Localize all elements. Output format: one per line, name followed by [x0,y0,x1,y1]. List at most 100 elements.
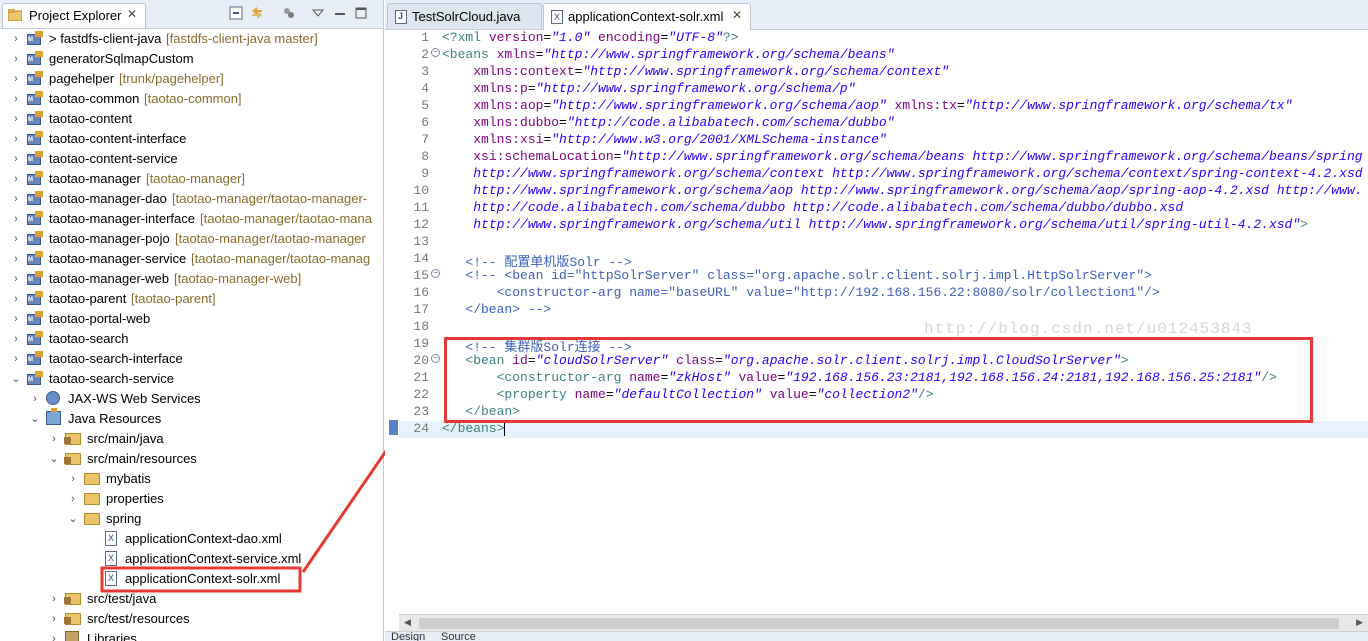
collapsed-arrow-icon[interactable]: › [11,349,21,369]
tree-item[interactable]: › mybatis [0,469,383,489]
maximize-icon[interactable] [354,6,368,20]
collapsed-arrow-icon[interactable]: › [11,269,21,289]
collapsed-arrow-icon[interactable]: › [11,309,21,329]
code-line[interactable]: 1 <?xml version="1.0" encoding="UTF-8"?> [399,30,1368,47]
code-line[interactable]: 17 </bean> --> [399,302,1368,319]
tree-item[interactable]: XapplicationContext-dao.xml [0,529,383,549]
tree-item[interactable]: › M > fastdfs-client-java [fastdfs-client-j… [0,29,383,49]
tree-item[interactable]: XapplicationContext-service.xml [0,549,383,569]
tree-item[interactable]: ⌄ src/main/resources [0,449,383,469]
code-line[interactable]: 14 <!-- 配置单机版Solr --> [399,251,1368,270]
collapsed-arrow-icon[interactable]: › [11,69,21,89]
tree-item[interactable]: › properties [0,489,383,509]
link-with-editor-icon[interactable] [250,6,264,20]
collapsed-arrow-icon[interactable]: › [11,129,21,149]
collapsed-arrow-icon[interactable]: › [11,29,21,49]
collapsed-arrow-icon[interactable]: › [11,209,21,229]
collapsed-arrow-icon[interactable]: › [11,249,21,269]
code-line[interactable]: 4 xmlns:p="http://www.springframework.or… [399,81,1368,98]
tab-testsolrcloud-java[interactable]: TestSolrCloud.java [387,3,542,29]
tree-item[interactable]: › Mtaotao-parent [taotao-parent] [0,289,383,309]
tree-item[interactable]: › Libraries [0,629,383,641]
tree-item[interactable]: › Mtaotao-content-service [0,149,383,169]
code-line[interactable]: 10 http://www.springframework.org/schema… [399,183,1368,200]
tree-item[interactable]: › Mtaotao-search-interface [0,349,383,369]
tree-item[interactable]: › Mtaotao-content [0,109,383,129]
tree-item[interactable]: › Mpagehelper [trunk/pagehelper] [0,69,383,89]
fold-toggle-icon[interactable]: − [431,48,440,57]
code-line[interactable]: 13 [399,234,1368,251]
tree-item[interactable]: › src/test/resources [0,609,383,629]
tree-item[interactable]: › Mtaotao-portal-web [0,309,383,329]
scroll-right-icon[interactable]: ▶ [1356,617,1363,628]
code-line[interactable]: 7 xmlns:xsi="http://www.w3.org/2001/XMLS… [399,132,1368,149]
tree-item[interactable]: ⌄ Mtaotao-search-service [0,369,383,389]
tree-item[interactable]: ⌄ Java Resources [0,408,383,429]
tree-item[interactable]: › Mtaotao-manager-pojo [taotao-manager/tao… [0,229,383,249]
collapsed-arrow-icon[interactable]: › [68,489,78,509]
collapsed-arrow-icon[interactable]: › [30,389,40,409]
code-line-text: <!-- <bean id="httpSolrServer" class="or… [442,268,1152,283]
collapsed-arrow-icon[interactable]: › [11,329,21,349]
code-line[interactable]: 6 xmlns:dubbo="http://code.alibabatech.c… [399,115,1368,132]
fold-toggle-icon[interactable]: − [431,354,440,363]
code-line[interactable]: 5 xmlns:aop="http://www.springframework.… [399,98,1368,115]
code-line[interactable]: 11 http://code.alibabatech.com/schema/du… [399,200,1368,217]
collapsed-arrow-icon[interactable]: › [49,609,59,629]
code-token: xmlns:aop [473,98,544,113]
collapsed-arrow-icon[interactable]: › [11,289,21,309]
collapsed-arrow-icon[interactable]: › [49,429,59,449]
collapse-all-icon[interactable] [229,6,243,20]
expanded-arrow-icon[interactable]: ⌄ [11,369,21,389]
collapsed-arrow-icon[interactable]: › [11,49,21,69]
tree-item[interactable]: › Mtaotao-content-interface [0,129,383,149]
collapsed-arrow-icon[interactable]: › [11,229,21,249]
tab-project-explorer[interactable]: Project Explorer ✕ [2,3,146,28]
code-line[interactable]: 9 http://www.springframework.org/schema/… [399,166,1368,183]
collapsed-arrow-icon[interactable]: › [11,169,21,189]
tree-item[interactable]: › Mtaotao-manager-web [taotao-manager-web] [0,269,383,289]
tab-source[interactable]: Source [441,632,476,641]
code-line[interactable]: 16 <constructor-arg name="baseURL" value… [399,285,1368,302]
view-menu-icon[interactable] [311,6,325,20]
tree-item[interactable]: › Mtaotao-manager-dao [taotao-manager/taot… [0,189,383,209]
tree-item[interactable]: › src/main/java [0,429,383,449]
tree-item[interactable]: XapplicationContext-solr.xml [0,569,383,589]
code-line[interactable]: 15− <!-- <bean id="httpSolrServer" class… [399,268,1368,285]
close-icon[interactable]: ✕ [732,8,742,22]
collapsed-arrow-icon[interactable]: › [11,89,21,109]
close-icon[interactable]: ✕ [127,7,137,21]
tree-item[interactable]: › Mtaotao-manager-interface [taotao-manage… [0,209,383,229]
collapsed-arrow-icon[interactable]: › [11,189,21,209]
collapsed-arrow-icon[interactable]: › [11,109,21,129]
tree-item[interactable]: › Mtaotao-common [taotao-common] [0,89,383,109]
expanded-arrow-icon[interactable]: ⌄ [68,509,78,529]
collapsed-arrow-icon[interactable]: › [68,469,78,489]
tab-applicationcontext-solr-xml[interactable]: X applicationContext-solr.xml ✕ [543,3,751,30]
line-number: 9 [421,166,429,181]
tree-item[interactable]: › JAX-WS Web Services [0,389,383,409]
code-line[interactable]: 24 </beans> [399,421,1368,438]
expanded-arrow-icon[interactable]: ⌄ [49,449,59,469]
tree-item[interactable]: › src/test/java [0,589,383,609]
tree-item[interactable]: › Mtaotao-manager [taotao-manager] [0,169,383,189]
tree-item[interactable]: ⌄ spring [0,509,383,529]
tree-item[interactable]: › MgeneratorSqlmapCustom [0,49,383,69]
code-line[interactable]: 8 xsi:schemaLocation="http://www.springf… [399,149,1368,166]
code-line[interactable]: 12 http://www.springframework.org/schema… [399,217,1368,234]
minimize-icon[interactable] [333,6,347,20]
horizontal-scrollbar[interactable]: ◀ ▶ [399,614,1368,632]
expanded-arrow-icon[interactable]: ⌄ [30,409,40,429]
tree-item[interactable]: › Mtaotao-manager-service [taotao-manager/… [0,249,383,269]
code-line[interactable]: 3 xmlns:context="http://www.springframew… [399,64,1368,81]
collapsed-arrow-icon[interactable]: › [49,629,59,641]
focus-icon[interactable] [282,6,296,20]
scrollbar-thumb[interactable] [419,618,1339,629]
code-line[interactable]: 2− <beans xmlns="http://www.springframewo… [399,47,1368,64]
tree-item[interactable]: › Mtaotao-search [0,329,383,349]
collapsed-arrow-icon[interactable]: › [11,149,21,169]
tab-design[interactable]: Design [391,632,425,641]
fold-toggle-icon[interactable]: − [431,269,440,278]
scroll-left-icon[interactable]: ◀ [404,617,411,628]
collapsed-arrow-icon[interactable]: › [49,589,59,609]
